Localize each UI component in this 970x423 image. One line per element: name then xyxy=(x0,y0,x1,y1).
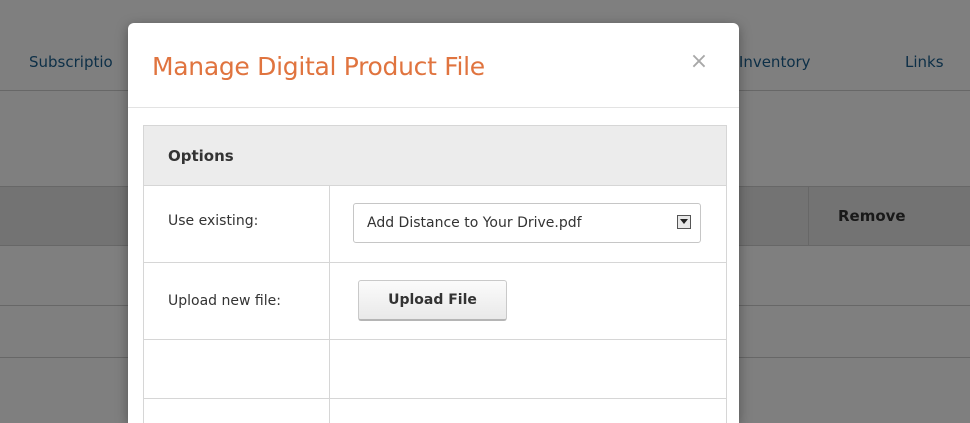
chevron-down-icon[interactable] xyxy=(677,215,691,229)
upload-new-file-label: Upload new file: xyxy=(144,263,330,339)
options-header: Options xyxy=(144,126,726,186)
manage-digital-file-modal: Manage Digital Product File × Options Us… xyxy=(128,23,739,423)
empty-value-cell xyxy=(330,340,726,398)
modal-header: Manage Digital Product File × xyxy=(128,23,739,108)
modal-title: Manage Digital Product File xyxy=(152,52,485,81)
use-existing-label: Use existing: xyxy=(144,186,330,262)
close-button[interactable]: × xyxy=(688,49,710,75)
empty-label-cell xyxy=(144,340,330,398)
options-heading: Options xyxy=(168,146,234,165)
upload-row: Upload new file: Upload File xyxy=(144,263,726,340)
empty-label-cell xyxy=(144,399,330,423)
existing-file-select[interactable]: Add Distance to Your Drive.pdf xyxy=(353,203,701,243)
existing-file-selected-value: Add Distance to Your Drive.pdf xyxy=(367,215,582,231)
empty-row xyxy=(144,340,726,399)
upload-file-button[interactable]: Upload File xyxy=(358,280,507,321)
empty-value-cell xyxy=(330,399,726,423)
empty-row xyxy=(144,399,726,423)
use-existing-cell: Add Distance to Your Drive.pdf xyxy=(330,186,726,262)
use-existing-row: Use existing: Add Distance to Your Drive… xyxy=(144,186,726,263)
options-table: Options Use existing: Add Distance to Yo… xyxy=(143,125,727,423)
upload-cell: Upload File xyxy=(330,263,726,339)
